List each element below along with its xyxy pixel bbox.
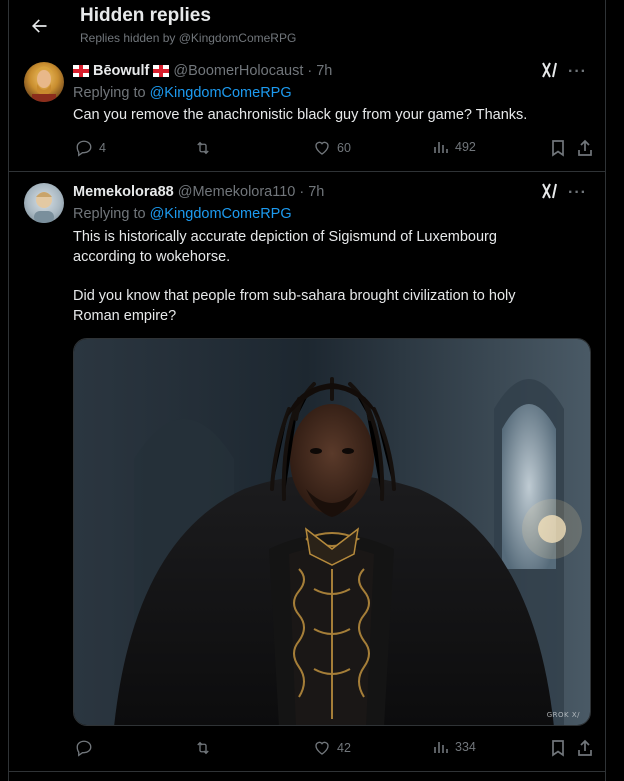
grok-watermark-text: GROK [546,711,570,719]
page-subtitle: Replies hidden by @KingdomComeRPG [80,31,297,45]
avatar[interactable] [24,62,64,102]
timestamp[interactable]: · 7h [299,184,324,200]
avatar-image [34,192,54,223]
bookmark-button[interactable] [550,739,566,757]
reply-button[interactable] [75,739,99,757]
views-icon [434,142,448,153]
reply-icon [76,140,92,157]
reply-count: 4 [99,141,106,155]
like-count: 60 [337,141,351,155]
arrow-left-icon [32,19,47,33]
tweet-header: Memekolora88 @Memekolora110 · 7h [73,184,324,200]
tweet-actions: 42 334 [73,739,593,761]
timeline-column: Hidden replies Replies hidden by @Kingdo… [8,0,606,781]
replying-to-link[interactable]: @KingdomComeRPG [150,206,292,222]
views-icon [434,742,448,753]
retweet-button[interactable] [193,139,219,157]
tweet[interactable]: Bēowulf @BoomerHolocaust · 7h ··· Replyi… [9,56,605,172]
replying-label: Replying to [73,206,146,222]
share-icon [578,739,592,756]
views-button[interactable]: 492 [433,139,476,155]
bookmark-icon [552,740,564,757]
heart-icon [315,741,329,755]
bookmark-icon [552,140,564,157]
tweet[interactable]: Memekolora88 @Memekolora110 · 7h ··· Rep… [9,172,605,772]
portrait-image [74,339,590,725]
like-count: 42 [337,741,351,755]
more-button[interactable]: ··· [568,63,587,81]
replying-label: Replying to [73,85,146,101]
more-button[interactable]: ··· [568,184,587,202]
england-flag-icon [153,65,170,77]
replying-to-link[interactable]: @KingdomComeRPG [150,85,292,101]
like-button[interactable]: 42 [313,739,351,757]
retweet-button[interactable] [193,739,219,757]
avatar[interactable] [24,183,64,223]
replying-to: Replying to @KingdomComeRPG [73,85,292,101]
heart-icon [315,141,329,155]
page-header: Hidden replies Replies hidden by @Kingdo… [9,0,605,56]
tweet-text-paragraph: This is historically accurate depiction … [73,229,497,265]
replying-to: Replying to @KingdomComeRPG [73,206,292,222]
page-title: Hidden replies [80,5,211,26]
timestamp[interactable]: · 7h [307,63,332,79]
like-button[interactable]: 60 [313,139,351,157]
display-name[interactable]: Bēowulf [93,63,149,79]
views-count: 334 [455,740,476,754]
handle[interactable]: @BoomerHolocaust [173,63,303,79]
views-count: 492 [455,140,476,154]
share-button[interactable] [576,139,594,157]
display-name[interactable]: Memekolora88 [73,184,174,200]
retweet-icon [197,141,209,155]
views-button[interactable]: 334 [433,739,476,755]
bookmark-button[interactable] [550,139,566,157]
reply-icon [76,740,92,757]
avatar-image [32,66,56,102]
grok-watermark: GROK X/ [546,711,580,719]
tweet-media-image[interactable]: GROK X/ [73,338,591,726]
share-button[interactable] [576,739,594,757]
tweet-text-paragraph: Did you know that people from sub-sahara… [73,288,516,324]
share-icon [578,139,592,156]
england-flag-icon [73,65,89,77]
tweet-header: Bēowulf @BoomerHolocaust · 7h [73,63,332,79]
handle[interactable]: @Memekolora110 [178,184,296,200]
tweet-text: Can you remove the anachronistic black g… [73,107,528,123]
reply-button[interactable]: 4 [75,139,106,157]
grok-icon[interactable] [541,182,559,205]
tweet-actions: 4 60 492 [73,139,593,161]
retweet-icon [197,741,209,755]
grok-icon[interactable] [541,61,559,84]
back-button[interactable] [25,12,53,40]
